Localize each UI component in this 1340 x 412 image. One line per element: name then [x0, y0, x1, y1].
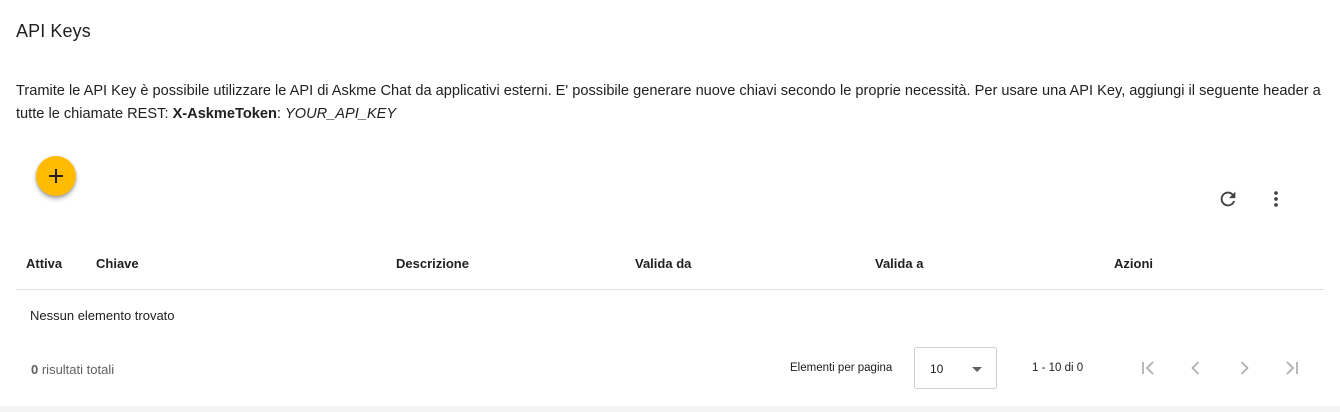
next-page-button[interactable]: [1230, 354, 1258, 382]
page-title: API Keys: [16, 21, 91, 41]
column-header-valida-da[interactable]: Valida da: [635, 256, 691, 271]
header-separator: :: [276, 106, 286, 122]
first-page-icon: [1142, 361, 1154, 375]
per-page-value: 10: [930, 362, 944, 376]
prev-page-button[interactable]: [1182, 354, 1210, 382]
per-page-label: Elementi per pagina: [790, 362, 893, 374]
plus-icon: [49, 169, 63, 183]
more-options-button[interactable]: [1261, 184, 1291, 214]
header-name: X-AskmeToken: [172, 106, 277, 122]
empty-table-message: Nessun elemento trovato: [30, 308, 175, 323]
table-header: Attiva Chiave Descrizione Valida da Vali…: [16, 240, 1324, 290]
column-header-chiave[interactable]: Chiave: [96, 256, 139, 271]
column-header-azioni: Azioni: [1114, 256, 1153, 271]
more-vertical-icon: [1274, 191, 1278, 207]
last-page-icon: [1286, 361, 1298, 375]
last-page-button[interactable]: [1278, 354, 1306, 382]
per-page-select[interactable]: 10: [914, 347, 997, 389]
add-api-key-button[interactable]: [36, 156, 76, 196]
first-page-button[interactable]: [1134, 354, 1162, 382]
total-label: risultati totali: [38, 362, 115, 377]
page-description: Tramite le API Key è possibile utilizzar…: [16, 80, 1326, 126]
total-results: 0 risultati totali: [31, 362, 114, 377]
refresh-button[interactable]: [1213, 184, 1243, 214]
header-value: YOUR_API_KEY: [285, 106, 397, 122]
next-page-icon: [1240, 361, 1249, 375]
prev-page-icon: [1191, 361, 1200, 375]
api-keys-card: API Keys Tramite le API Key è possibile …: [0, 0, 1340, 406]
column-header-descrizione[interactable]: Descrizione: [396, 256, 469, 271]
column-header-attiva[interactable]: Attiva: [26, 256, 62, 271]
pagination-range: 1 - 10 di 0: [1032, 362, 1084, 374]
refresh-icon: [1220, 191, 1236, 207]
caret-down-icon: [972, 367, 982, 372]
column-header-valida-a[interactable]: Valida a: [875, 256, 923, 271]
